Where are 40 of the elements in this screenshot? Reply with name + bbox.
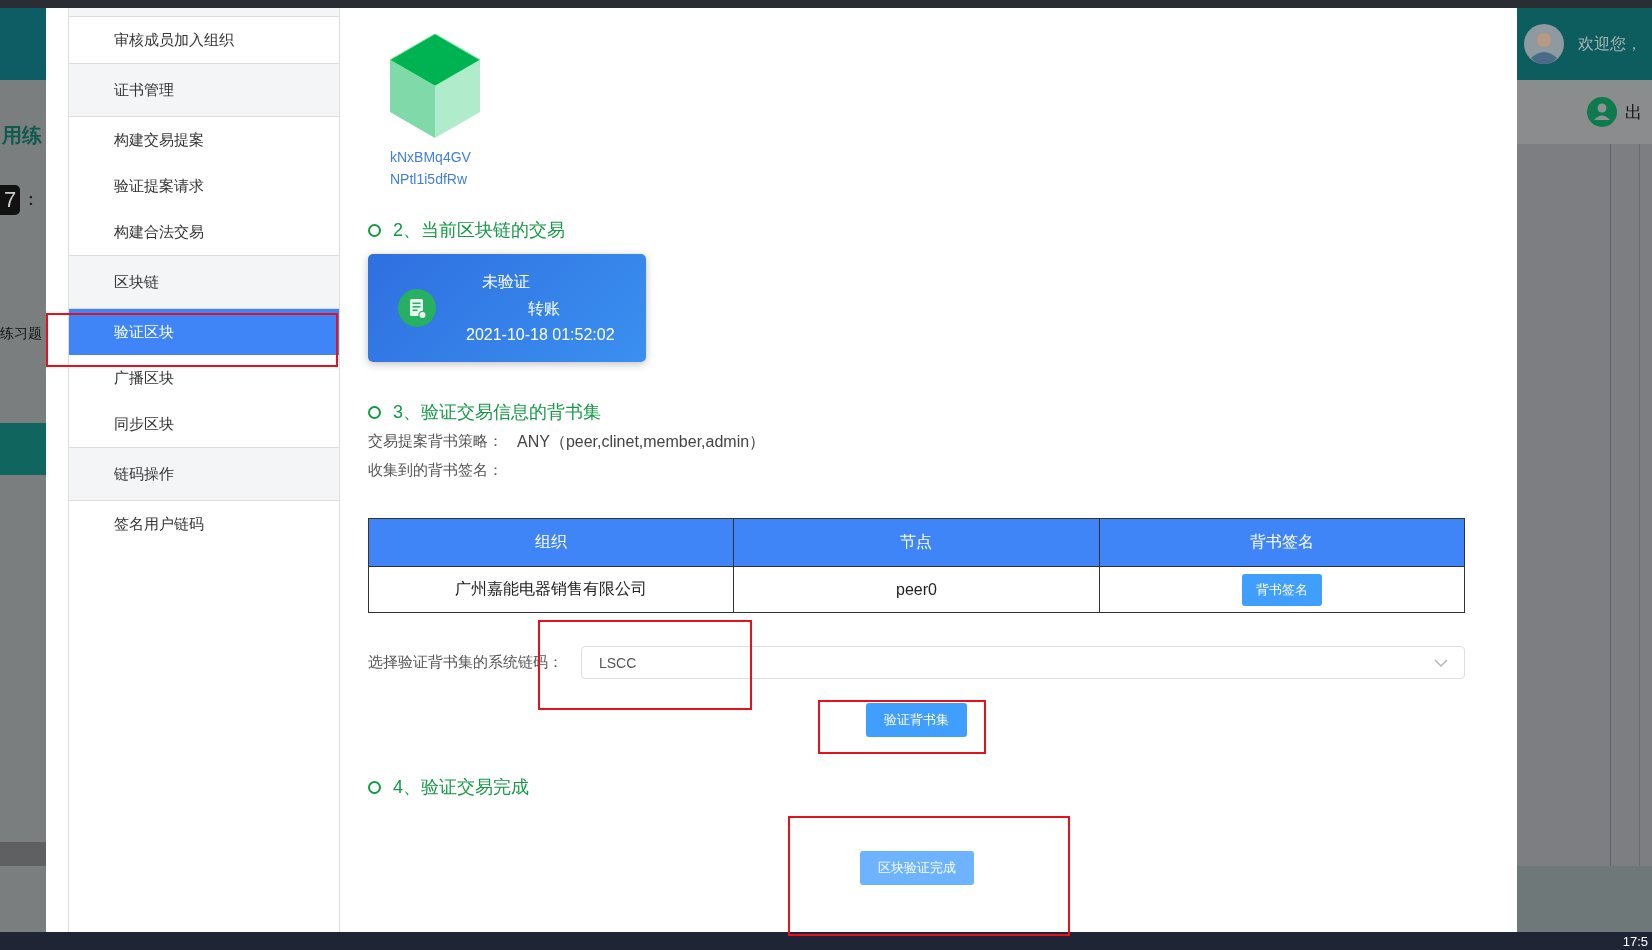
step-marker-icon xyxy=(368,223,381,237)
table-cell: peer0 xyxy=(733,566,1100,613)
chevron-down-icon xyxy=(1434,658,1448,667)
section-heading: 2、当前区块链的交易 xyxy=(393,219,565,242)
status-text: 未验证 xyxy=(482,272,530,292)
cube-icon xyxy=(390,34,480,138)
policy-label: 交易提案背书策略： xyxy=(368,432,503,451)
sidebar-item[interactable]: 证书管理 xyxy=(69,63,339,117)
sidebar-item[interactable]: 区块链 xyxy=(69,255,339,309)
transaction-type: 转账 xyxy=(528,299,560,319)
page-heading: 用练 xyxy=(2,123,43,148)
colon-text: : xyxy=(28,191,34,209)
column-header: 组织 xyxy=(368,518,734,567)
count-badge: 7 xyxy=(0,185,21,215)
footer-bar xyxy=(0,842,46,866)
transaction-card[interactable]: 未验证 转账 2021-10-18 01:52:02 xyxy=(368,254,646,362)
header-bar xyxy=(0,8,46,80)
section-heading: 4、验证交易完成 xyxy=(393,776,529,799)
step-marker-icon xyxy=(368,405,381,419)
exit-button[interactable]: 出 xyxy=(1625,100,1642,124)
chaincode-select[interactable]: LSCC xyxy=(581,646,1465,679)
user-icon xyxy=(1587,97,1617,127)
clock-text: 17:5 xyxy=(1622,934,1648,948)
nav-band xyxy=(0,423,46,475)
collected-label: 收集到的背书签名： xyxy=(368,461,503,480)
block-hash[interactable]: NPtl1i5dfRw xyxy=(390,168,468,190)
column-header: 背书签名 xyxy=(1099,518,1465,567)
avatar-icon xyxy=(1524,24,1564,64)
sidebar-item[interactable]: 链码操作 xyxy=(69,447,339,501)
step-marker-icon xyxy=(368,780,381,794)
column-header: 节点 xyxy=(733,518,1100,567)
sidebar-item[interactable]: 验证区块 xyxy=(69,309,339,355)
policy-value: ANY（peer,clinet,member,admin） xyxy=(517,432,766,452)
section-heading: 3、验证交易信息的背书集 xyxy=(393,401,601,424)
timestamp: 2021-10-18 01:52:02 xyxy=(466,326,615,344)
document-icon xyxy=(398,289,436,327)
table-cell: 广州嘉能电器销售有限公司 xyxy=(368,566,734,613)
block-hash[interactable]: kNxBMq4GV xyxy=(390,146,471,168)
greeting-text: 欢迎您， xyxy=(1578,33,1642,54)
nav-link[interactable]: 练习题 xyxy=(0,325,42,343)
